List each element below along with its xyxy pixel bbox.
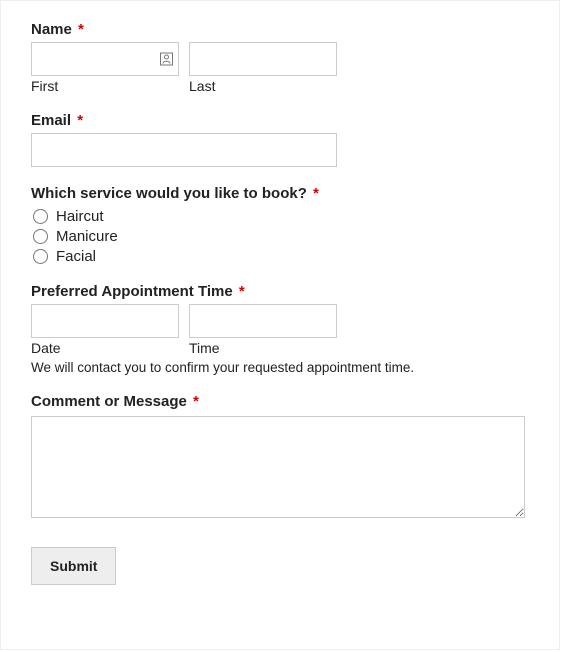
name-field: Name * First Las xyxy=(31,21,529,94)
service-option-manicure[interactable]: Manicure xyxy=(33,228,529,245)
first-name-sublabel: First xyxy=(31,78,179,94)
time-sublabel: Time xyxy=(189,340,337,356)
comment-label-text: Comment or Message xyxy=(31,393,187,410)
service-option-label: Facial xyxy=(56,248,96,265)
appointment-label-text: Preferred Appointment Time xyxy=(31,283,233,300)
appointment-label: Preferred Appointment Time * xyxy=(31,283,529,300)
last-name-input[interactable] xyxy=(189,42,337,76)
required-marker: * xyxy=(313,185,319,202)
date-input[interactable] xyxy=(31,304,179,338)
comment-field: Comment or Message * xyxy=(31,393,529,523)
required-marker: * xyxy=(193,393,199,410)
date-sublabel: Date xyxy=(31,340,179,356)
email-label-text: Email xyxy=(31,112,71,129)
required-marker: * xyxy=(239,283,245,300)
appointment-hint: We will contact you to confirm your requ… xyxy=(31,360,529,375)
booking-form-panel: Name * First Las xyxy=(0,0,560,650)
comment-textarea[interactable] xyxy=(31,416,525,518)
submit-button[interactable]: Submit xyxy=(31,547,116,585)
email-input[interactable] xyxy=(31,133,337,167)
service-field: Which service would you like to book? * … xyxy=(31,185,529,265)
submit-row: Submit xyxy=(31,547,529,585)
service-option-facial[interactable]: Facial xyxy=(33,248,529,265)
required-marker: * xyxy=(77,112,83,129)
name-label-text: Name xyxy=(31,21,72,38)
comment-label: Comment or Message * xyxy=(31,393,529,410)
email-label: Email * xyxy=(31,112,529,129)
last-name-sublabel: Last xyxy=(189,78,337,94)
service-radio-manicure[interactable] xyxy=(33,229,48,244)
first-name-input[interactable] xyxy=(31,42,179,76)
service-option-haircut[interactable]: Haircut xyxy=(33,208,529,225)
name-label: Name * xyxy=(31,21,529,38)
service-option-label: Haircut xyxy=(56,208,104,225)
service-label-text: Which service would you like to book? xyxy=(31,185,307,202)
appointment-field: Preferred Appointment Time * Date Time W… xyxy=(31,283,529,375)
email-field: Email * xyxy=(31,112,529,167)
time-input[interactable] xyxy=(189,304,337,338)
service-radio-facial[interactable] xyxy=(33,249,48,264)
service-radio-haircut[interactable] xyxy=(33,209,48,224)
required-marker: * xyxy=(78,21,84,38)
service-label: Which service would you like to book? * xyxy=(31,185,529,202)
service-option-label: Manicure xyxy=(56,228,118,245)
